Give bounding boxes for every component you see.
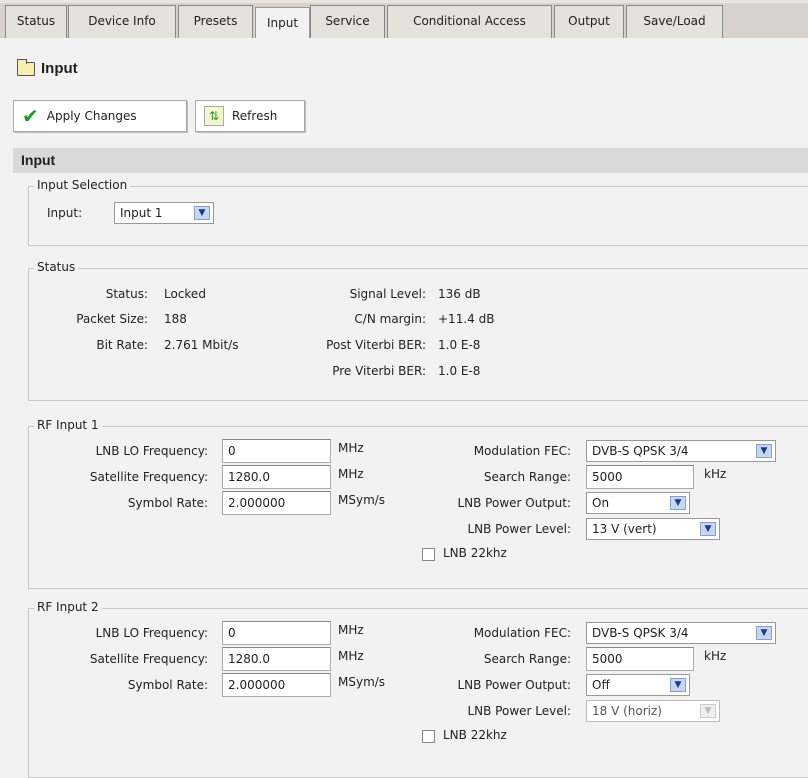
status-label: Packet Size: [76, 312, 148, 326]
input-select[interactable]: Input 1 ▼ [114, 202, 214, 224]
apply-label: Apply Changes [46, 109, 137, 123]
modulation-fec-label: Modulation FEC: [473, 626, 571, 640]
tab-conditional-access[interactable]: Conditional Access [387, 5, 552, 38]
status-value: 1.0 E-8 [438, 364, 481, 378]
modulation-fec-value: DVB-S QPSK 3/4 [592, 626, 689, 640]
rf-input-1-fieldset: RF Input 1 LNB LO Frequency: 0 MHz Satellite… [28, 418, 808, 589]
status-label: Signal Level: [349, 287, 426, 301]
symbol-rate-label: Symbol Rate: [127, 496, 208, 510]
symbol-rate-unit: MSym/s [338, 493, 386, 507]
folder-icon [17, 58, 35, 76]
lnb-power-level-select: 18 V (horiz) ▼ [586, 700, 720, 722]
lnb-power-level-select[interactable]: 13 V (vert) ▼ [586, 518, 720, 540]
lnb-power-output-label: LNB Power Output: [457, 496, 571, 510]
lnb-lo-frequency-label: LNB LO Frequency: [95, 444, 208, 458]
status-label: Bit Rate: [96, 338, 148, 352]
satellite-frequency-label: Satellite Frequency: [89, 652, 208, 666]
lnb-22khz-label: LNB 22khz [443, 546, 507, 560]
lnb-power-level-value: 18 V (horiz) [592, 704, 662, 718]
satellite-frequency-input[interactable]: 1280.0 [222, 647, 331, 671]
fieldset-legend: Input Selection [34, 178, 131, 192]
lnb-22khz-label: LNB 22khz [443, 728, 507, 742]
chevron-down-icon: ▼ [756, 444, 772, 458]
symbol-rate-input[interactable]: 2.000000 [222, 673, 331, 697]
chevron-down-icon: ▼ [194, 206, 210, 220]
page-title-text: Input [41, 60, 78, 77]
status-label: C/N margin: [354, 312, 426, 326]
status-value: +11.4 dB [438, 312, 495, 326]
lnb-power-output-select[interactable]: On ▼ [586, 492, 690, 514]
chevron-down-icon: ▼ [670, 496, 686, 510]
tab-bar: Status Device Info Presets Input Service Cond… [0, 0, 808, 38]
chevron-down-icon: ▼ [670, 678, 686, 692]
input-selection-fieldset: Input Selection Input: Input 1 ▼ [28, 178, 808, 246]
lnb-lo-frequency-label: LNB LO Frequency: [95, 626, 208, 640]
tab-service[interactable]: Service [310, 5, 385, 38]
search-range-label: Search Range: [483, 652, 571, 666]
fieldset-legend: RF Input 1 [34, 418, 102, 432]
status-value: 136 dB [438, 287, 481, 301]
tab-presets[interactable]: Presets [178, 5, 253, 38]
lnb-power-output-label: LNB Power Output: [457, 678, 571, 692]
apply-changes-button[interactable]: ✔ Apply Changes [13, 100, 187, 132]
page-title: Input [17, 58, 78, 77]
tab-device-info[interactable]: Device Info [68, 5, 176, 38]
search-range-input[interactable]: 5000 [586, 647, 694, 671]
lnb-lo-frequency-input[interactable]: 0 [222, 439, 331, 463]
lnb-lo-frequency-input[interactable]: 0 [222, 621, 331, 645]
tab-save-load[interactable]: Save/Load [626, 5, 723, 38]
status-label: Post Viterbi BER: [326, 338, 426, 352]
modulation-fec-select[interactable]: DVB-S QPSK 3/4 ▼ [586, 622, 776, 644]
lnb-lo-frequency-unit: MHz [338, 623, 364, 637]
chevron-down-icon: ▼ [700, 704, 716, 718]
symbol-rate-label: Symbol Rate: [127, 678, 208, 692]
lnb-power-level-value: 13 V (vert) [592, 522, 657, 536]
satellite-frequency-unit: MHz [338, 467, 364, 481]
chevron-down-icon: ▼ [700, 522, 716, 536]
section-header: Input [13, 148, 808, 173]
input-select-value: Input 1 [120, 206, 163, 220]
tab-output[interactable]: Output [554, 5, 624, 38]
lnb-power-output-select[interactable]: Off ▼ [586, 674, 690, 696]
refresh-button[interactable]: ⇅ Refresh [195, 100, 305, 132]
status-value: 2.761 Mbit/s [164, 338, 239, 352]
search-range-label: Search Range: [483, 470, 571, 484]
checkmark-icon: ✔ [22, 104, 39, 128]
status-fieldset: Status Status: Locked Packet Size: 188 Bit R… [28, 260, 808, 401]
modulation-fec-select[interactable]: DVB-S QPSK 3/4 ▼ [586, 440, 776, 462]
satellite-frequency-label: Satellite Frequency: [89, 470, 208, 484]
search-range-unit: kHz [704, 649, 727, 663]
input-label: Input: [47, 206, 83, 220]
search-range-unit: kHz [704, 467, 727, 481]
satellite-frequency-unit: MHz [338, 649, 364, 663]
refresh-icon: ⇅ [204, 106, 224, 126]
refresh-label: Refresh [232, 109, 278, 123]
lnb-lo-frequency-unit: MHz [338, 441, 364, 455]
lnb-22khz-checkbox[interactable] [422, 548, 435, 561]
tab-input[interactable]: Input [255, 7, 310, 38]
modulation-fec-value: DVB-S QPSK 3/4 [592, 444, 689, 458]
search-range-input[interactable]: 5000 [586, 465, 694, 489]
tab-status[interactable]: Status [5, 5, 67, 38]
status-label: Status: [105, 287, 148, 301]
status-label: Pre Viterbi BER: [332, 364, 426, 378]
symbol-rate-unit: MSym/s [338, 675, 386, 689]
rf-input-2-fieldset: RF Input 2 LNB LO Frequency: 0 MHz Satellite… [28, 600, 808, 778]
lnb-power-output-value: Off [592, 678, 610, 692]
chevron-down-icon: ▼ [756, 626, 772, 640]
lnb-power-level-label: LNB Power Level: [467, 522, 571, 536]
status-value: 1.0 E-8 [438, 338, 481, 352]
status-value: 188 [164, 312, 187, 326]
lnb-22khz-checkbox[interactable] [422, 730, 435, 743]
fieldset-legend: RF Input 2 [34, 600, 102, 614]
status-value: Locked [164, 287, 206, 301]
lnb-power-level-label: LNB Power Level: [467, 704, 571, 718]
symbol-rate-input[interactable]: 2.000000 [222, 491, 331, 515]
lnb-power-output-value: On [592, 496, 610, 510]
satellite-frequency-input[interactable]: 1280.0 [222, 465, 331, 489]
modulation-fec-label: Modulation FEC: [473, 444, 571, 458]
fieldset-legend: Status [34, 260, 79, 274]
